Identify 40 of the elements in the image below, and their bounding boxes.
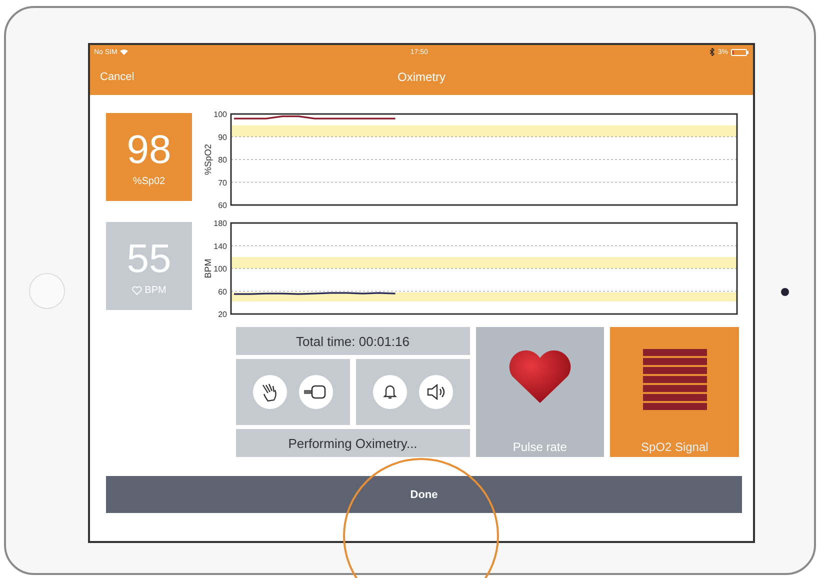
- y-tick-label: 180: [214, 219, 227, 228]
- reading-value: 98: [126, 128, 172, 172]
- heart-icon: [506, 349, 573, 405]
- total-time-label: Total time: 00:01:16: [236, 327, 470, 355]
- spo2-reading-tile[interactable]: 98 %Sp02: [106, 113, 192, 201]
- done-button[interactable]: Done: [106, 476, 742, 513]
- reading-value: 55: [126, 236, 172, 280]
- signal-tile[interactable]: SpO2 Signal: [610, 327, 739, 457]
- y-tick-label: 60: [218, 201, 227, 210]
- reading-unit: %Sp02: [132, 176, 166, 186]
- y-tick-label: 100: [214, 264, 227, 274]
- status-message: Performing Oximetry...: [236, 429, 470, 457]
- bluetooth-icon: [710, 48, 715, 56]
- y-tick-label: 100: [214, 110, 227, 119]
- pulse-rate-tile[interactable]: Pulse rate: [476, 327, 604, 457]
- battery-icon: [731, 48, 749, 56]
- hand-button[interactable]: [252, 375, 287, 409]
- wifi-icon: [120, 49, 128, 55]
- reading-unit: BPM: [144, 284, 166, 296]
- tile-label: Pulse rate: [512, 440, 567, 454]
- heart-outline-icon: [132, 286, 142, 294]
- y-tick-label: 80: [218, 156, 227, 164]
- cancel-button[interactable]: Cancel: [100, 71, 134, 83]
- sensor-button[interactable]: [298, 375, 333, 409]
- tile-label: SpO2 Signal: [640, 440, 708, 454]
- screen-title: Oximetry: [398, 70, 446, 84]
- speaker-icon: [426, 384, 446, 400]
- y-axis-label: %SpO2: [203, 144, 213, 176]
- y-tick-label: 60: [218, 287, 227, 296]
- y-tick-label: 70: [218, 178, 227, 188]
- camera-lens: [780, 288, 788, 296]
- y-tick-label: 140: [214, 242, 227, 251]
- y-axis-label: BPM: [203, 258, 213, 278]
- bell-button[interactable]: [372, 375, 407, 409]
- sensor-icon: [304, 385, 328, 399]
- y-tick-label: 90: [218, 132, 227, 142]
- speaker-button[interactable]: [418, 375, 453, 409]
- pulse-reading-tile[interactable]: 55 BPM: [106, 222, 192, 310]
- bell-icon: [382, 384, 397, 400]
- y-tick-label: 20: [218, 310, 227, 319]
